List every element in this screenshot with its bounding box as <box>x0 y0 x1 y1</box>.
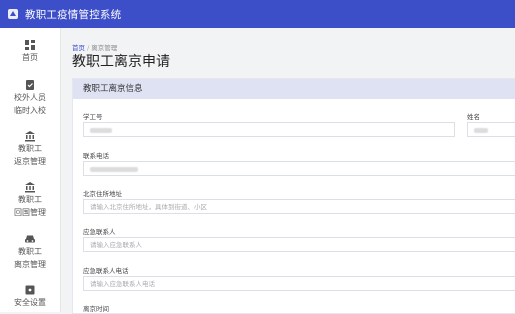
main-content: 首页 / 离京管理 教职工离京申请 教职工离京信息 学工号 姓名 联系电话 北京住所… <box>60 28 515 314</box>
sidebar-item-label: 安全设置 <box>14 298 46 307</box>
redacted-value <box>474 127 488 133</box>
checklist-icon <box>24 76 36 90</box>
sidebar-item-return-beijing[interactable]: 教职工 返京管理 <box>0 127 60 168</box>
redacted-value <box>90 166 138 172</box>
emergency-phone-label: 应急联系人电话 <box>83 267 129 275</box>
phone-field[interactable] <box>83 161 515 176</box>
sidebar-item-label: 临时入校 <box>14 106 46 115</box>
redacted-value <box>90 127 112 133</box>
app-logo-icon <box>7 8 19 20</box>
sidebar-item-leave-beijing[interactable]: 教职工 离京管理 <box>0 230 60 271</box>
sidebar-item-label: 回国管理 <box>14 208 46 217</box>
emergency-phone-field[interactable]: 请输入应急联系人电话 <box>83 276 515 291</box>
emergency-contact-label: 应急联系人 <box>83 228 116 236</box>
form-card: 教职工离京信息 学工号 姓名 联系电话 北京住所地址 请输入北京住所地址，具体到… <box>72 78 515 314</box>
page-title: 教职工离京申请 <box>72 54 170 70</box>
dashboard-icon <box>24 36 36 50</box>
address-label: 北京住所地址 <box>83 190 122 198</box>
sidebar-item-label: 教职工 <box>18 144 42 153</box>
car-icon <box>24 230 36 243</box>
sidebar-item-return-country[interactable]: 教职工 回国管理 <box>0 178 60 219</box>
bank-icon <box>24 127 36 142</box>
sidebar-item-label: 首页 <box>22 53 38 62</box>
sidebar-item-label: 教职工 <box>18 247 42 256</box>
sidebar: 首页 校外人员 临时入校 教职工 返京管理 教职工 回国管理 教职工 离京管理 <box>0 28 61 312</box>
phone-label: 联系电话 <box>83 152 109 160</box>
emergency-contact-field[interactable]: 请输入应急联系人 <box>83 237 515 252</box>
form-section-title: 教职工离京信息 <box>73 79 515 99</box>
sidebar-item-visitor-entry[interactable]: 校外人员 临时入校 <box>0 76 60 117</box>
sidebar-item-label: 返京管理 <box>14 157 46 166</box>
lock-icon <box>24 281 36 295</box>
sidebar-item-label: 教职工 <box>18 195 42 204</box>
staff-id-field[interactable] <box>83 122 455 137</box>
name-field[interactable] <box>467 122 515 137</box>
name-label: 姓名 <box>467 113 480 121</box>
app-title: 教职工疫情管控系统 <box>25 8 122 21</box>
bank-icon <box>24 178 36 193</box>
staff-id-label: 学工号 <box>83 113 103 121</box>
sidebar-item-security[interactable]: 安全设置 <box>0 281 60 309</box>
address-field[interactable]: 请输入北京住所地址，具体到街道、小区 <box>83 199 515 214</box>
sidebar-item-label: 离京管理 <box>14 260 46 269</box>
sidebar-item-label: 校外人员 <box>14 93 46 102</box>
top-bar: 教职工疫情管控系统 <box>0 0 515 28</box>
sidebar-item-home[interactable]: 首页 <box>0 36 60 64</box>
